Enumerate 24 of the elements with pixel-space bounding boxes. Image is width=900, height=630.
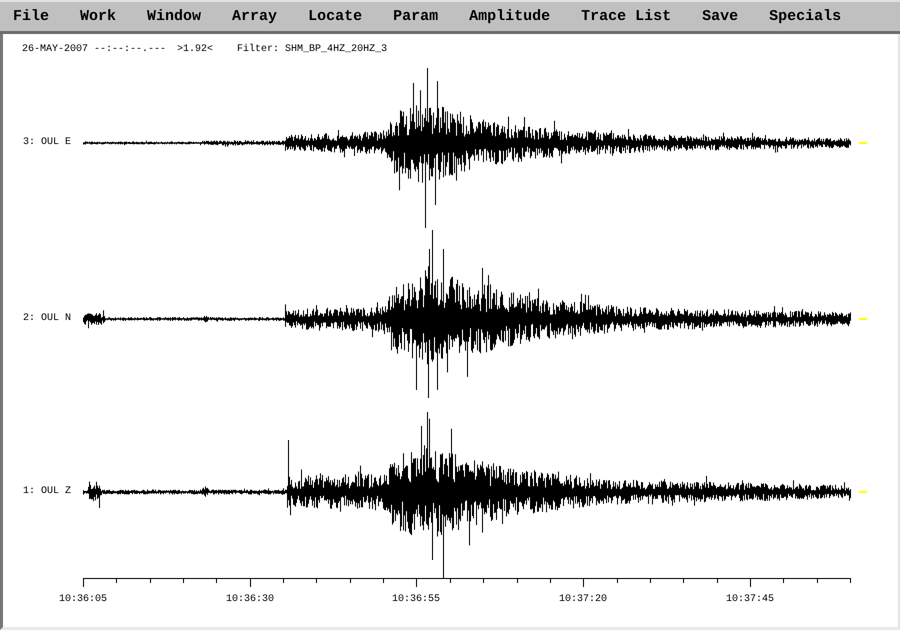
trace-label: 3: OUL E <box>23 137 72 149</box>
marker-icon <box>859 491 867 493</box>
scale-text: >1.92< <box>177 44 214 57</box>
trace-label: 2: OUL N <box>23 313 72 325</box>
marker-icon <box>859 318 867 320</box>
menu-item[interactable]: Amplitude <box>469 9 550 24</box>
menu-item[interactable]: Locate <box>308 9 362 24</box>
axis-label: 10:36:05 <box>59 594 107 605</box>
axis-label: 10:36:30 <box>226 594 274 605</box>
menu-item[interactable]: Work <box>80 9 116 24</box>
menu-item[interactable]: Param <box>393 9 438 24</box>
menu-item[interactable]: File <box>13 9 50 24</box>
menu-item[interactable]: Array <box>232 9 278 24</box>
date-time-text: 26-MAY-2007 --:--:--.--- <box>22 44 166 57</box>
axis-label: 10:36:55 <box>392 594 440 605</box>
axis-label: 10:37:20 <box>559 594 607 605</box>
menu-item[interactable]: Specials <box>769 9 842 24</box>
trace-label: 1: OUL Z <box>23 486 72 498</box>
menu-item[interactable]: Save <box>702 9 738 24</box>
menu-item[interactable]: Trace List <box>581 9 672 24</box>
filter-text: Filter: SHM_BP_4HZ_20HZ_3 <box>237 44 388 57</box>
axis-label: 10:37:45 <box>726 594 774 605</box>
marker-icon <box>859 142 867 144</box>
menu-item[interactable]: Window <box>147 9 202 24</box>
